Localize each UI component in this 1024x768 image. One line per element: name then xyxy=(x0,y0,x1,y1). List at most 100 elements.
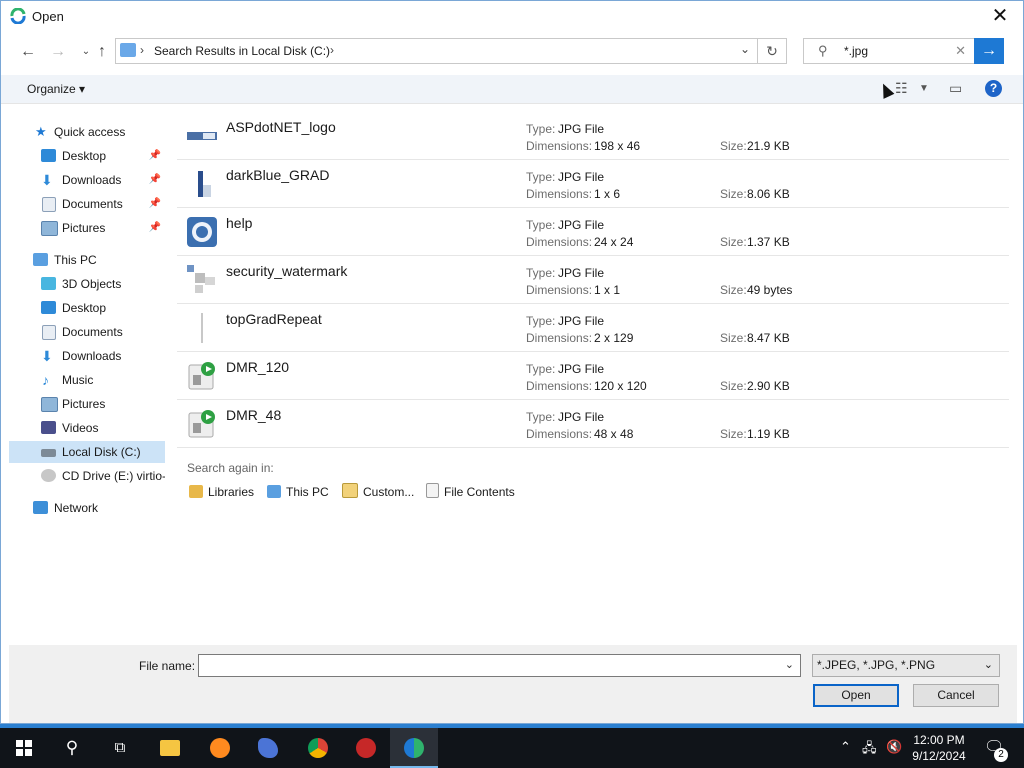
search-again-this-pc[interactable]: This PC xyxy=(267,483,329,501)
nav-item-cd-drive[interactable]: CD Drive (E:) virtio-win xyxy=(9,465,165,487)
refresh-icon[interactable]: ↻ xyxy=(757,39,786,63)
chrome-icon[interactable] xyxy=(294,728,342,768)
nav-item-documents[interactable]: Documents xyxy=(9,321,165,343)
search-again-file-contents[interactable]: File Contents xyxy=(426,483,515,501)
file-type: JPG File xyxy=(558,170,605,184)
active-app-icon[interactable] xyxy=(390,728,438,768)
nav-item-desktop[interactable]: Desktop 📌 xyxy=(9,145,165,167)
list-item[interactable]: ASPdotNET_logo Type: JPG File Dimensions… xyxy=(177,111,1009,160)
file-dimensions: 48 x 48 xyxy=(594,427,634,441)
breadcrumb-chevron-icon[interactable]: › xyxy=(330,43,334,57)
computer-icon xyxy=(267,485,281,498)
search-go-arrow-icon[interactable]: → xyxy=(974,38,1004,64)
file-explorer-icon[interactable] xyxy=(146,728,194,768)
nav-item-music[interactable]: ♪ Music xyxy=(9,369,165,391)
search-icon[interactable]: ⚲ xyxy=(48,728,96,768)
nav-item-desktop[interactable]: Desktop xyxy=(9,297,165,319)
windows-logo-icon xyxy=(16,740,32,756)
title-bar[interactable]: Open ✕ xyxy=(1,1,1023,31)
forward-arrow-icon[interactable]: → xyxy=(47,41,69,63)
list-item[interactable]: DMR_48 Type: JPG File Dimensions: 48 x 4… xyxy=(177,399,1009,448)
nav-item-network[interactable]: Network xyxy=(9,497,165,519)
cancel-button[interactable]: Cancel xyxy=(913,684,999,707)
search-again-libraries[interactable]: Libraries xyxy=(189,483,254,501)
file-dimensions: 24 x 24 xyxy=(594,235,634,249)
clock-date: 9/12/2024 xyxy=(912,749,966,763)
nav-item-3d-objects[interactable]: 3D Objects xyxy=(9,273,165,295)
start-button[interactable] xyxy=(0,728,48,768)
file-name: DMR_48 xyxy=(226,407,282,423)
file-size: 1.37 KB xyxy=(747,235,790,249)
bird-app-icon[interactable] xyxy=(244,728,292,768)
chevron-up-icon[interactable]: ⌃ xyxy=(840,739,851,755)
nav-item-downloads[interactable]: ⬇ Downloads xyxy=(9,345,165,367)
task-view-icon[interactable]: ⧉ xyxy=(96,728,144,768)
search-box[interactable]: ⚲ *.jpg ✕ xyxy=(803,38,975,64)
chevron-down-icon[interactable]: ⌄ xyxy=(785,658,794,671)
preview-pane-icon[interactable]: ▭ xyxy=(949,80,962,97)
play-thumbnail-icon xyxy=(188,410,215,438)
image-thumbnail-icon xyxy=(187,132,217,140)
nav-item-pictures[interactable]: Pictures 📌 xyxy=(9,217,165,239)
pin-icon: 📌 xyxy=(148,150,161,161)
nav-item-documents[interactable]: Documents 📌 xyxy=(9,193,165,215)
view-dropdown-icon[interactable]: ▼ xyxy=(919,83,929,94)
up-arrow-icon[interactable]: ↑ xyxy=(91,41,113,63)
system-clock[interactable]: 12:00 PM 9/12/2024 xyxy=(906,732,972,764)
file-type: JPG File xyxy=(558,218,605,232)
breadcrumb-chevron-icon[interactable]: › xyxy=(140,43,144,57)
search-again-custom[interactable]: Custom... xyxy=(342,483,414,501)
file-name-field[interactable]: ⌄ xyxy=(198,654,801,677)
address-path[interactable]: Search Results in Local Disk (C:) xyxy=(154,44,330,58)
file-size: 2.90 KB xyxy=(747,379,790,393)
music-note-icon: ♪ xyxy=(42,372,49,388)
nav-item-videos[interactable]: Videos xyxy=(9,417,165,439)
address-bar[interactable]: › Search Results in Local Disk (C:) › ⌄ … xyxy=(115,38,787,64)
list-item[interactable]: security_watermark Type: JPG File Dimens… xyxy=(177,255,1009,304)
nav-item-downloads[interactable]: ⬇ Downloads 📌 xyxy=(9,169,165,191)
star-icon: ★ xyxy=(35,124,47,139)
network-status-icon[interactable]: 🖧 xyxy=(862,739,877,761)
app-logo-icon xyxy=(10,8,26,24)
nav-item-local-disk[interactable]: Local Disk (C:) xyxy=(9,441,165,463)
search-icon: ⚲ xyxy=(818,43,828,58)
file-size: 8.06 KB xyxy=(747,187,790,201)
file-name: help xyxy=(226,215,253,231)
chevron-down-icon[interactable]: ⌄ xyxy=(984,655,993,676)
file-dimensions: 2 x 129 xyxy=(594,331,634,345)
nav-item-quick-access[interactable]: ★ Quick access xyxy=(9,121,165,143)
navigation-pane: ★ Quick access Desktop 📌 ⬇ Downloads 📌 D… xyxy=(9,121,165,641)
list-item[interactable]: darkBlue_GRAD Type: JPG File Dimensions:… xyxy=(177,159,1009,208)
list-item[interactable]: topGradRepeat Type: JPG File Dimensions:… xyxy=(177,303,1009,352)
filter-value: *.JPEG, *.JPG, *.PNG xyxy=(817,658,936,672)
organize-button[interactable]: Organize ▾ xyxy=(27,82,85,96)
help-icon[interactable]: ? xyxy=(985,80,1002,97)
file-size: 8.47 KB xyxy=(747,331,790,345)
volume-muted-icon[interactable]: 🔇 xyxy=(886,739,902,755)
file-type-filter[interactable]: *.JPEG, *.JPG, *.PNG ⌄ xyxy=(812,654,1000,677)
document-icon xyxy=(42,197,56,212)
file-type: JPG File xyxy=(558,410,605,424)
clock-time: 12:00 PM xyxy=(913,733,965,747)
list-item[interactable]: DMR_120 Type: JPG File Dimensions: 120 x… xyxy=(177,351,1009,400)
file-dimensions: 1 x 6 xyxy=(594,187,621,201)
file-name: security_watermark xyxy=(226,263,348,279)
download-arrow-icon: ⬇ xyxy=(41,172,53,188)
firefox-icon[interactable] xyxy=(196,728,244,768)
file-name: darkBlue_GRAD xyxy=(226,167,330,183)
nav-item-pictures[interactable]: Pictures xyxy=(9,393,165,415)
cd-drive-icon xyxy=(41,469,56,482)
file-type: JPG File xyxy=(558,122,605,136)
list-item[interactable]: help Type: JPG File Dimensions: 24 x 24 … xyxy=(177,207,1009,256)
open-button[interactable]: Open xyxy=(813,684,899,707)
search-input[interactable]: *.jpg xyxy=(844,44,868,58)
computer-icon xyxy=(33,253,48,266)
close-icon[interactable]: ✕ xyxy=(985,5,1015,27)
view-options-icon[interactable]: ☷ xyxy=(895,80,908,97)
back-arrow-icon[interactable]: ← xyxy=(17,41,39,63)
help-thumbnail-icon xyxy=(187,217,217,247)
address-dropdown-icon[interactable]: ⌄ xyxy=(740,42,750,56)
nav-item-this-pc[interactable]: This PC xyxy=(9,249,165,271)
red-app-icon[interactable] xyxy=(342,728,390,768)
clear-search-icon[interactable]: ✕ xyxy=(955,43,966,59)
